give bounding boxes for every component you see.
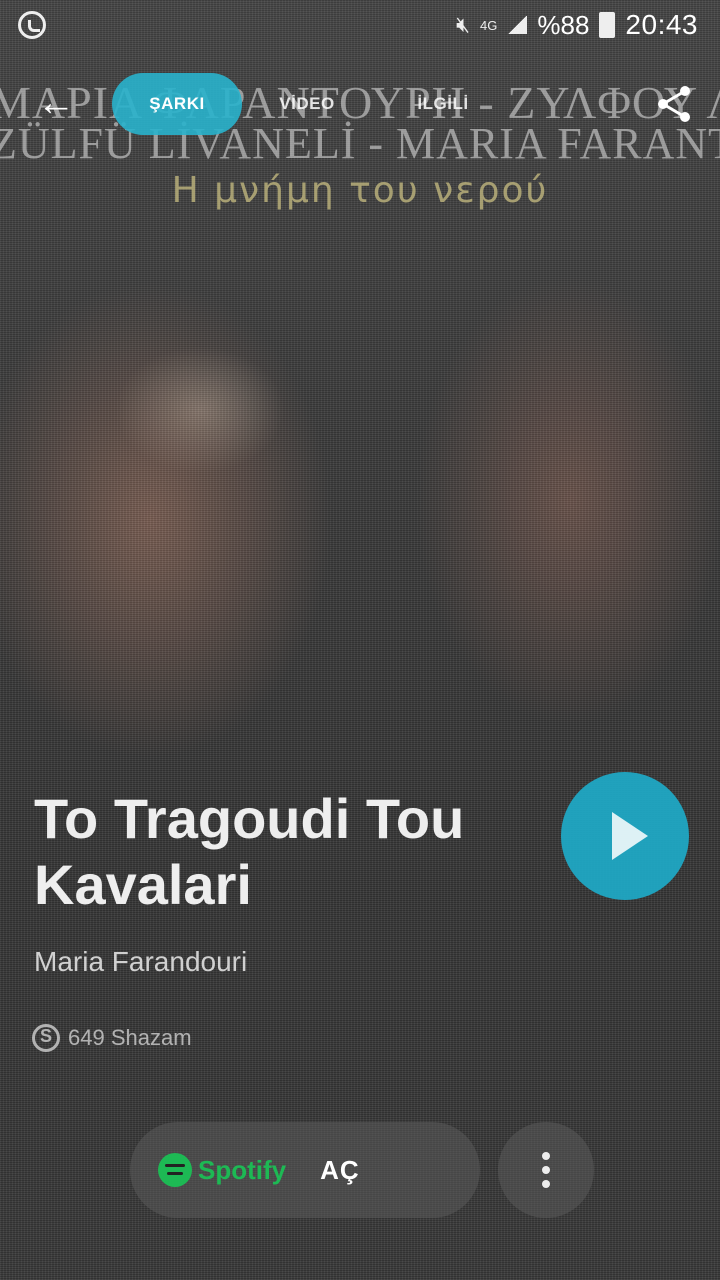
tab-related[interactable]: İLGİLİ bbox=[398, 73, 488, 135]
song-title: To Tragoudi Tou Kavalari bbox=[34, 787, 465, 916]
back-arrow-icon[interactable]: ← bbox=[34, 84, 78, 124]
battery-icon bbox=[599, 12, 616, 38]
play-icon bbox=[612, 812, 648, 860]
spotify-icon bbox=[158, 1153, 192, 1187]
share-icon[interactable] bbox=[652, 82, 696, 126]
bottom-action-bar: Spotify AÇ bbox=[0, 1118, 720, 1218]
play-button[interactable] bbox=[561, 772, 689, 900]
shazam-count: 649 Shazam bbox=[68, 1025, 192, 1050]
network-type: 4G bbox=[480, 17, 498, 33]
more-dot-icon bbox=[542, 1180, 550, 1188]
status-bar: 🔇︎ 4G %88 20:43 bbox=[0, 0, 720, 50]
clock: 20:43 bbox=[625, 9, 698, 40]
spotify-label: Spotify bbox=[198, 1154, 287, 1185]
whatsapp-icon bbox=[18, 11, 46, 39]
battery-percent: %88 bbox=[537, 9, 590, 40]
shazam-song-screen: ΜΑΡΙΑ ΦΑΡΑΝΤΟΥΡΗ - ΖΥΛΦΟΥ ΛΙΒΑΝΕΛΗ ZÜLFÜ… bbox=[0, 0, 720, 1280]
artist-name[interactable]: Maria Farandouri bbox=[34, 946, 247, 978]
mute-icon: 🔇︎ bbox=[456, 12, 471, 37]
album-art-subtitle: Η μνήμη του νερού bbox=[171, 170, 549, 211]
tab-song[interactable]: ŞARKI bbox=[112, 73, 242, 135]
open-in-spotify-button[interactable]: Spotify AÇ bbox=[130, 1122, 480, 1218]
more-dot-icon bbox=[542, 1166, 550, 1174]
signal-icon bbox=[507, 16, 528, 34]
top-nav: ← ŞARKI VİDEO İLGİLİ bbox=[0, 70, 720, 136]
tab-video[interactable]: VİDEO bbox=[262, 73, 352, 135]
more-dot-icon bbox=[542, 1152, 550, 1160]
more-options-button[interactable] bbox=[498, 1122, 594, 1218]
shazam-count-row: 649 Shazam bbox=[32, 1024, 192, 1052]
open-label: AÇ bbox=[320, 1154, 360, 1185]
shazam-icon bbox=[32, 1024, 60, 1052]
